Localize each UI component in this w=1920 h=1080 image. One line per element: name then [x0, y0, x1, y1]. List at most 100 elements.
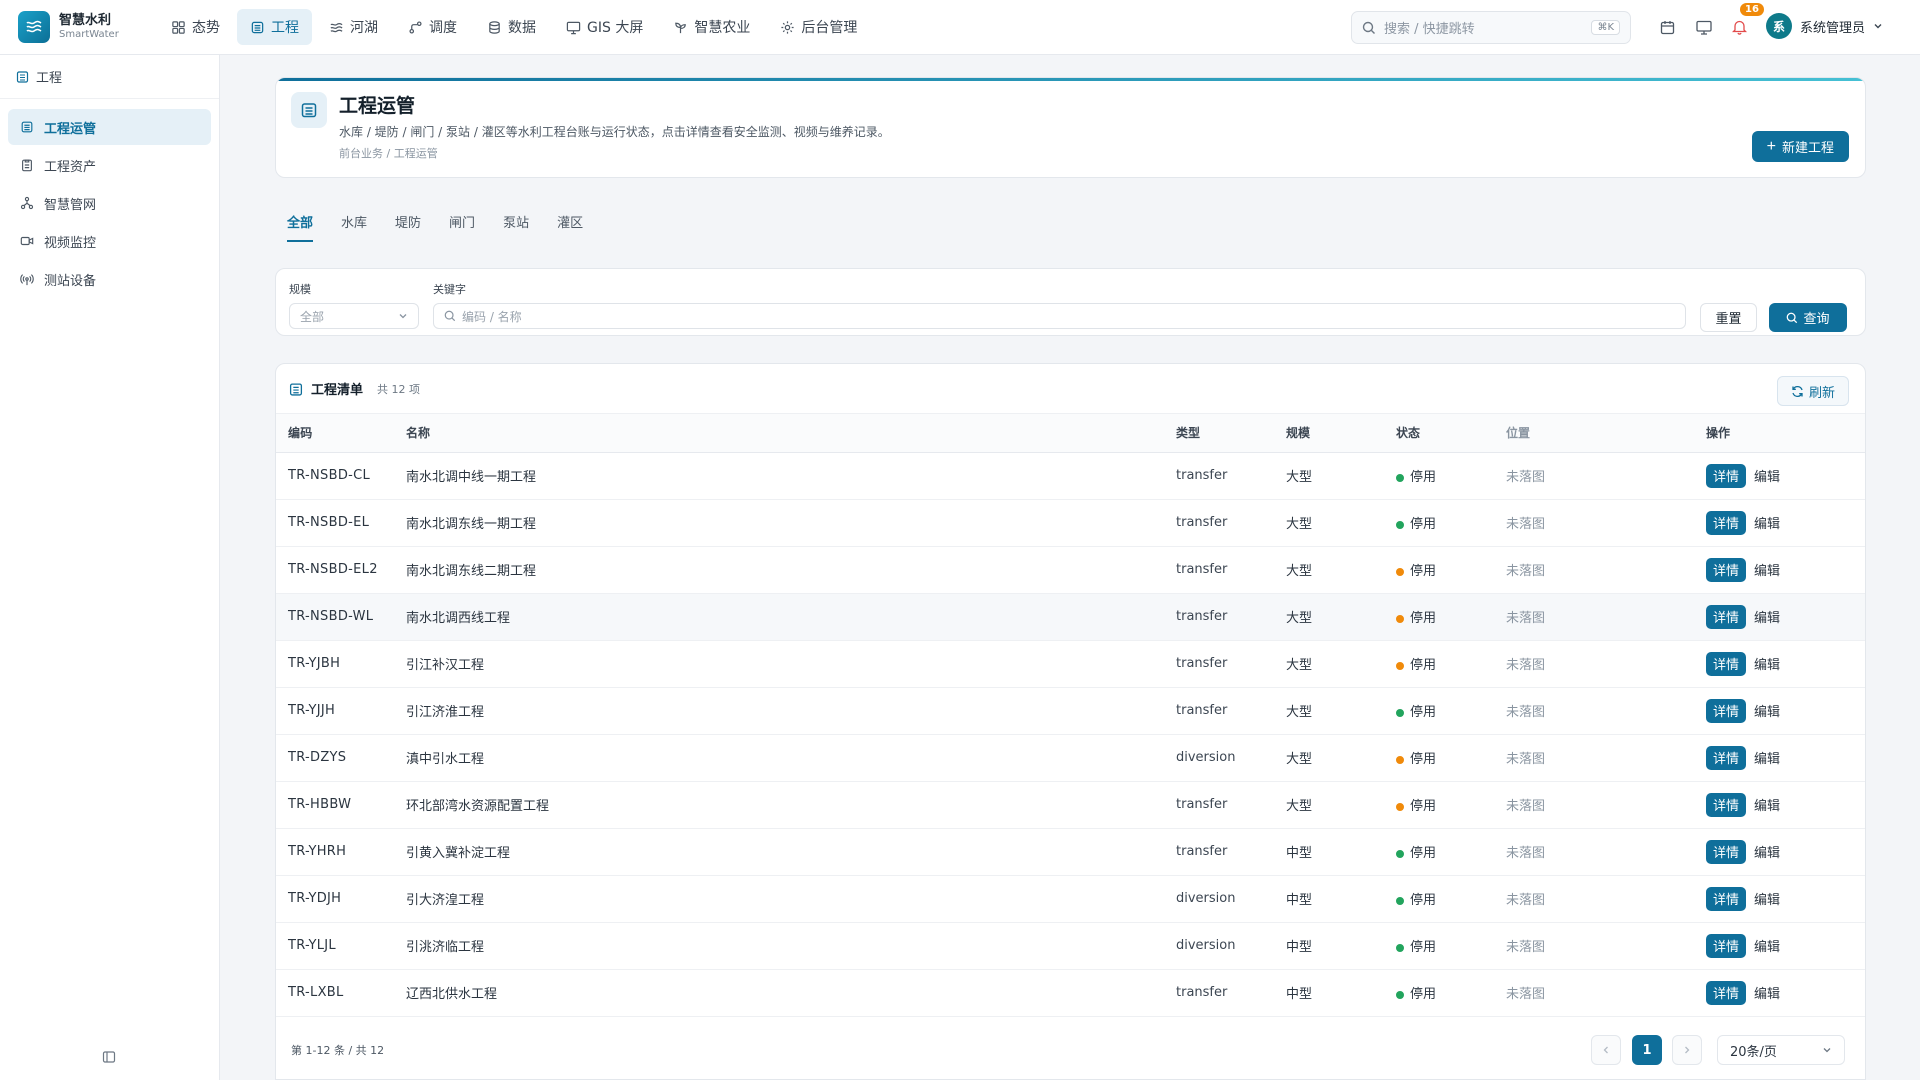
table-row[interactable]: TR-YJJH 引江济淮工程 transfer 大型 停用 未落图 详情 编辑 — [276, 687, 1865, 735]
table-row[interactable]: TR-NSBD-EL2 南水北调东线二期工程 transfer 大型 停用 未落图 详情 编辑 — [276, 546, 1865, 594]
detail-button[interactable]: 详情 — [1706, 980, 1747, 1005]
previous-page-button[interactable] — [1591, 1035, 1621, 1065]
pagination-summary: 第 1-12 条 / 共 12 — [291, 1044, 385, 1057]
table-row[interactable]: TR-YHRH 引黄入冀补淀工程 transfer 中型 停用 未落图 详情 编辑 — [276, 828, 1865, 876]
detail-button[interactable]: 详情 — [1706, 651, 1747, 676]
nav-item-0[interactable]: 态势 — [158, 9, 233, 45]
detail-button[interactable]: 详情 — [1706, 745, 1747, 770]
nav-item-label: 智慧农业 — [694, 20, 751, 36]
edit-button[interactable]: 编辑 — [1754, 842, 1780, 861]
keyword-input[interactable]: 编码 / 名称 — [433, 303, 1686, 329]
cell-actions: 详情 编辑 — [1706, 499, 1865, 547]
edit-button[interactable]: 编辑 — [1754, 983, 1780, 1002]
edit-button[interactable]: 编辑 — [1754, 560, 1780, 579]
screen-button[interactable] — [1692, 13, 1715, 41]
top-bar: 智慧水利 SmartWater 态势 工程 河湖 调度 数据 GIS 大屏 智慧农业 后台管理… — [0, 0, 1920, 55]
search-box[interactable]: 搜索 / 快捷跳转 ⌘K — [1351, 11, 1631, 44]
calendar-button[interactable] — [1656, 13, 1679, 41]
tab-4[interactable]: 泵站 — [503, 212, 529, 242]
query-button[interactable]: 查询 — [1769, 303, 1847, 332]
nav-item-1[interactable]: 工程 — [237, 9, 312, 45]
edit-button[interactable]: 编辑 — [1754, 889, 1780, 908]
page-size-value: 20条/页 — [1730, 1044, 1777, 1060]
table-row[interactable]: TR-YDJH 引大济湟工程 diversion 中型 停用 未落图 详情 编辑 — [276, 875, 1865, 923]
edit-button[interactable]: 编辑 — [1754, 654, 1780, 673]
edit-button[interactable]: 编辑 — [1754, 936, 1780, 955]
nav-item-7[interactable]: 后台管理 — [767, 9, 870, 45]
sidebar-item-1[interactable]: 工程资产 — [8, 147, 211, 183]
detail-button[interactable]: 详情 — [1706, 792, 1747, 817]
edit-button[interactable]: 编辑 — [1754, 607, 1780, 626]
page-number-button[interactable]: 1 — [1632, 1035, 1662, 1065]
user-menu[interactable]: 系 系统管理员 — [1766, 13, 1883, 39]
sidebar-item-4[interactable]: 测站设备 — [8, 261, 211, 297]
cell-actions: 详情 编辑 — [1706, 781, 1865, 829]
column-header-code[interactable]: 编码 — [276, 414, 406, 453]
detail-button[interactable]: 详情 — [1706, 463, 1747, 488]
sidebar-item-2[interactable]: 智慧管网 — [8, 185, 211, 221]
cell-status: 停用 — [1396, 452, 1506, 500]
detail-button[interactable]: 详情 — [1706, 886, 1747, 911]
table-row[interactable]: TR-HBBW 环北部湾水资源配置工程 transfer 大型 停用 未落图 详情 编辑 — [276, 781, 1865, 829]
cell-status: 停用 — [1396, 546, 1506, 594]
cell-name: 辽西北供水工程 — [406, 969, 1176, 1017]
detail-button[interactable]: 详情 — [1706, 510, 1747, 535]
detail-button[interactable]: 详情 — [1706, 604, 1747, 629]
tab-3[interactable]: 闸门 — [449, 212, 475, 242]
refresh-button[interactable]: 刷新 — [1776, 376, 1849, 406]
brand[interactable]: 智慧水利 SmartWater — [0, 11, 158, 43]
edit-button[interactable]: 编辑 — [1754, 748, 1780, 767]
status-dot — [1396, 990, 1404, 999]
nav-item-2[interactable]: 河湖 — [316, 9, 391, 45]
tab-5[interactable]: 灌区 — [557, 212, 583, 242]
gear-icon — [781, 20, 794, 34]
nav-item-5[interactable]: GIS 大屏 — [553, 9, 656, 45]
new-project-button[interactable]: + 新建工程 — [1751, 131, 1849, 162]
scale-select[interactable]: 全部 — [289, 303, 419, 329]
cell-type: transfer — [1176, 687, 1286, 735]
table-row[interactable]: TR-DZYS 滇中引水工程 diversion 大型 停用 未落图 详情 编辑 — [276, 734, 1865, 782]
refresh-label: 刷新 — [1808, 384, 1835, 400]
cell-name: 引大济湟工程 — [406, 875, 1176, 923]
table-row[interactable]: TR-NSBD-WL 南水北调西线工程 transfer 大型 停用 未落图 详情 编辑 — [276, 593, 1865, 641]
notification-button[interactable]: 16 — [1728, 3, 1764, 41]
column-header-name[interactable]: 名称 — [406, 414, 1176, 453]
column-header-scale[interactable]: 规模 — [1286, 414, 1396, 453]
tab-0[interactable]: 全部 — [287, 212, 314, 242]
nav-item-4[interactable]: 数据 — [474, 9, 549, 45]
table-header-bar: 工程清单 共 12 项 刷新 — [276, 364, 1865, 414]
page-size-select[interactable]: 20条/页 — [1717, 1035, 1845, 1065]
column-header-location[interactable]: 位置 — [1506, 414, 1706, 453]
edit-button[interactable]: 编辑 — [1754, 795, 1780, 814]
table-row[interactable]: TR-YLJL 引洮济临工程 diversion 中型 停用 未落图 详情 编辑 — [276, 922, 1865, 970]
detail-button[interactable]: 详情 — [1706, 933, 1747, 958]
detail-button[interactable]: 详情 — [1706, 839, 1747, 864]
table-row[interactable]: TR-NSBD-EL 南水北调东线一期工程 transfer 大型 停用 未落图 详情 编辑 — [276, 499, 1865, 547]
nav-item-3[interactable]: 调度 — [395, 9, 470, 45]
main-nav: 态势 工程 河湖 调度 数据 GIS 大屏 智慧农业 后台管理 — [158, 0, 870, 55]
nav-item-label: 后台管理 — [801, 20, 858, 36]
column-header-status[interactable]: 状态 — [1396, 414, 1506, 453]
cell-location: 未落图 — [1506, 875, 1706, 923]
table-row[interactable]: TR-LXBL 辽西北供水工程 transfer 中型 停用 未落图 详情 编辑 — [276, 969, 1865, 1017]
tab-1[interactable]: 水库 — [341, 212, 367, 242]
reset-button[interactable]: 重置 — [1700, 303, 1757, 332]
table-row[interactable]: TR-YJBH 引江补汉工程 transfer 大型 停用 未落图 详情 编辑 — [276, 640, 1865, 688]
edit-button[interactable]: 编辑 — [1754, 701, 1780, 720]
next-page-button[interactable] — [1672, 1035, 1702, 1065]
nav-item-6[interactable]: 智慧农业 — [660, 9, 763, 45]
detail-button[interactable]: 详情 — [1706, 698, 1747, 723]
new-project-label: 新建工程 — [1781, 140, 1834, 155]
sidebar-item-0[interactable]: 工程运管 — [8, 109, 211, 145]
cell-scale: 中型 — [1286, 828, 1396, 876]
cell-code: TR-YHRH — [276, 828, 406, 876]
tab-2[interactable]: 堤防 — [395, 212, 421, 242]
edit-button[interactable]: 编辑 — [1754, 513, 1780, 532]
sidebar-item-3[interactable]: 视频监控 — [8, 223, 211, 259]
detail-button[interactable]: 详情 — [1706, 557, 1747, 582]
edit-button[interactable]: 编辑 — [1754, 466, 1780, 485]
monitor-icon — [1695, 20, 1712, 35]
sidebar-collapse-button[interactable] — [102, 1050, 116, 1068]
column-header-type[interactable]: 类型 — [1176, 414, 1286, 453]
table-row[interactable]: TR-NSBD-CL 南水北调中线一期工程 transfer 大型 停用 未落图 详情 编辑 — [276, 452, 1865, 500]
